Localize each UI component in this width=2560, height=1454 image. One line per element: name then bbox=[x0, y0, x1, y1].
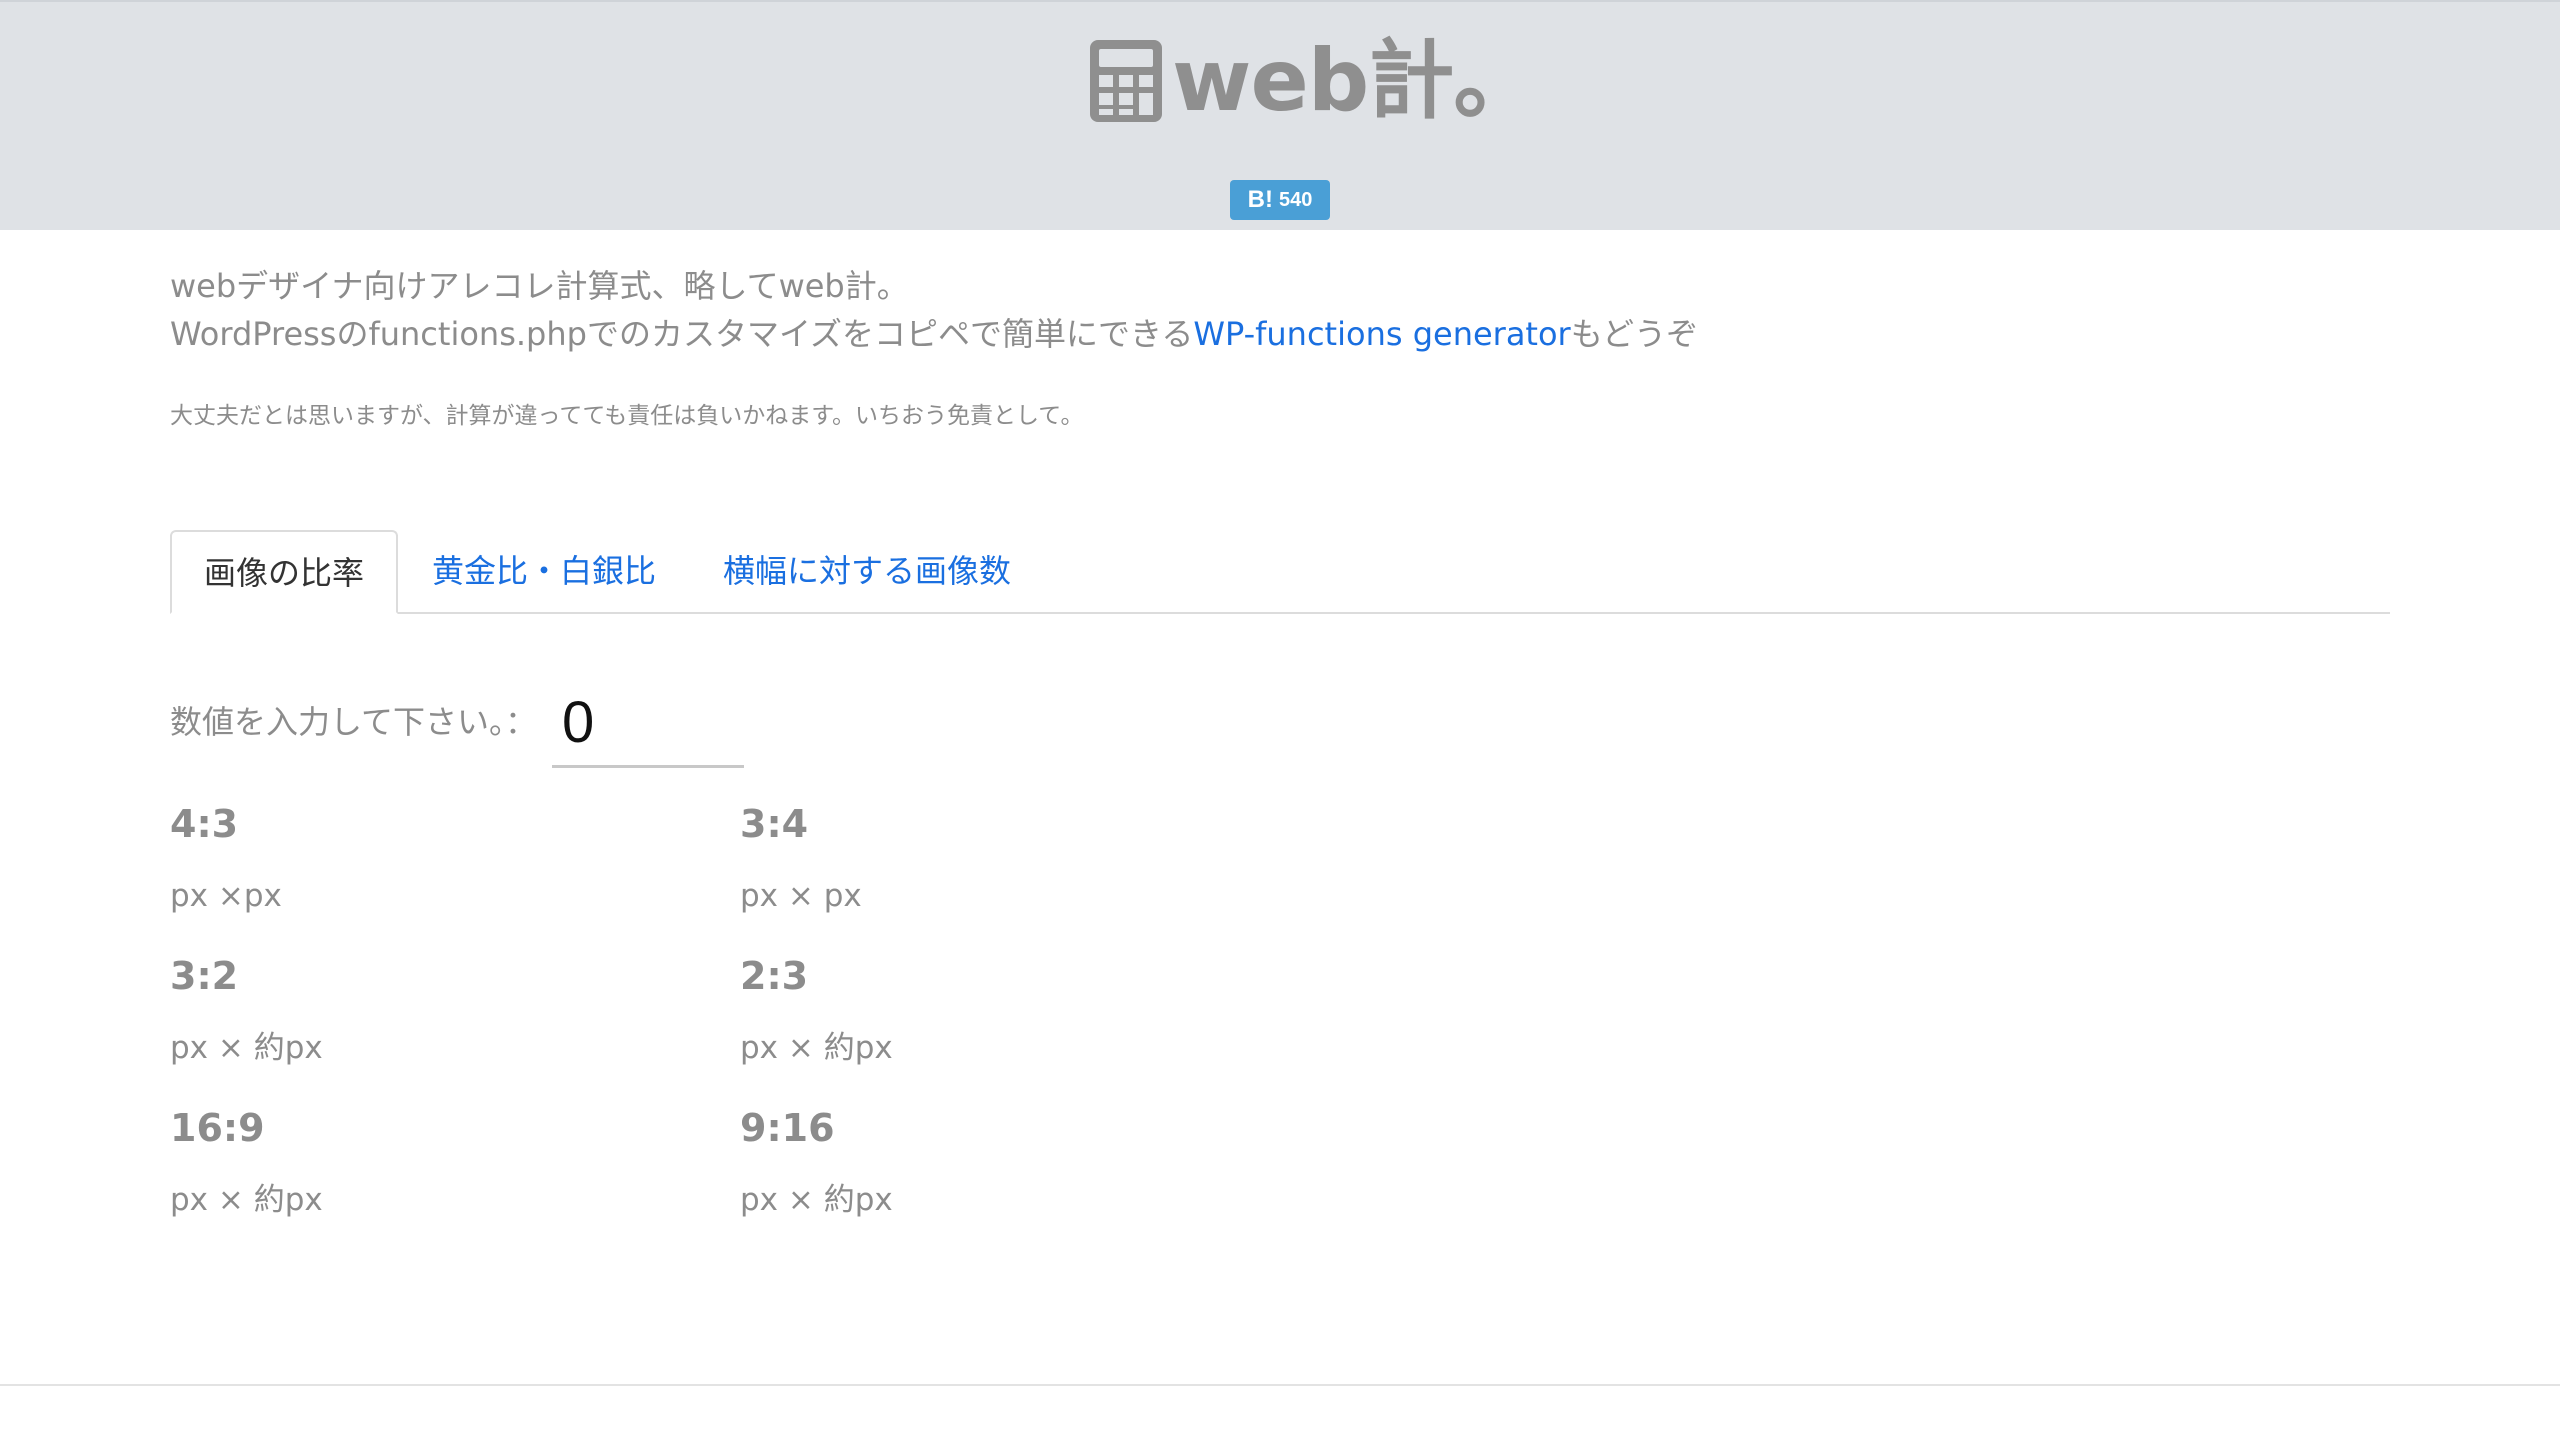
tab-images-per-width[interactable]: 横幅に対する画像数 bbox=[723, 530, 1011, 614]
site-header: web計。 B! 540 bbox=[0, 0, 2560, 230]
ratio-value-9-16: px × 約px bbox=[740, 1182, 893, 1218]
wp-functions-generator-link[interactable]: WP-functions generator bbox=[1193, 315, 1570, 353]
ratio-title-2-3: 2:3 bbox=[740, 954, 809, 998]
hatena-bookmark-count: 540 bbox=[1278, 188, 1313, 211]
ratio-title-3-4: 3:4 bbox=[740, 802, 809, 846]
intro-line-2: WordPressのfunctions.phpでのカスタマイズをコピペで簡単にで… bbox=[170, 310, 1698, 358]
ratio-title-4-3: 4:3 bbox=[170, 802, 239, 846]
ratio-title-9-16: 9:16 bbox=[740, 1106, 835, 1150]
tab-golden-silver-ratio[interactable]: 黄金比・白銀比 bbox=[432, 530, 656, 614]
ratio-value-3-4: px × px bbox=[740, 878, 862, 914]
ratio-value-3-2: px × 約px bbox=[170, 1030, 323, 1066]
number-input-label: 数値を入力して下さい。： bbox=[170, 703, 538, 741]
calculator-icon bbox=[1090, 40, 1162, 122]
tab-bar: 画像の比率 黄金比・白銀比 横幅に対する画像数 bbox=[170, 530, 2390, 614]
logo-text: web計。 bbox=[1172, 31, 1539, 131]
hatena-bookmark-button[interactable]: B! 540 bbox=[1230, 180, 1330, 220]
intro-line-1: webデザイナ向けアレコレ計算式、略してweb計。 bbox=[170, 267, 909, 305]
number-input[interactable] bbox=[552, 680, 744, 768]
site-logo[interactable]: web計。 bbox=[1090, 31, 1539, 131]
tab-image-ratio[interactable]: 画像の比率 bbox=[170, 530, 398, 614]
intro-text: webデザイナ向けアレコレ計算式、略してweb計。 WordPressのfunc… bbox=[170, 262, 1698, 358]
ratio-value-4-3: px ×px bbox=[170, 878, 282, 914]
footer-divider bbox=[0, 1384, 2560, 1386]
ratio-value-16-9: px × 約px bbox=[170, 1182, 323, 1218]
ratio-title-3-2: 3:2 bbox=[170, 954, 239, 998]
disclaimer: 大丈夫だとは思いますが、計算が違ってても責任は負いかねます。いちおう免責として。 bbox=[170, 403, 1084, 429]
intro-line-2-before: WordPressのfunctions.phpでのカスタマイズをコピペで簡単にで… bbox=[170, 315, 1194, 353]
intro-line-2-after: もどうぞ bbox=[1570, 315, 1699, 353]
ratio-value-2-3: px × 約px bbox=[740, 1030, 893, 1066]
ratio-title-16-9: 16:9 bbox=[170, 1106, 265, 1150]
hatena-bookmark-icon: B! bbox=[1247, 186, 1273, 213]
